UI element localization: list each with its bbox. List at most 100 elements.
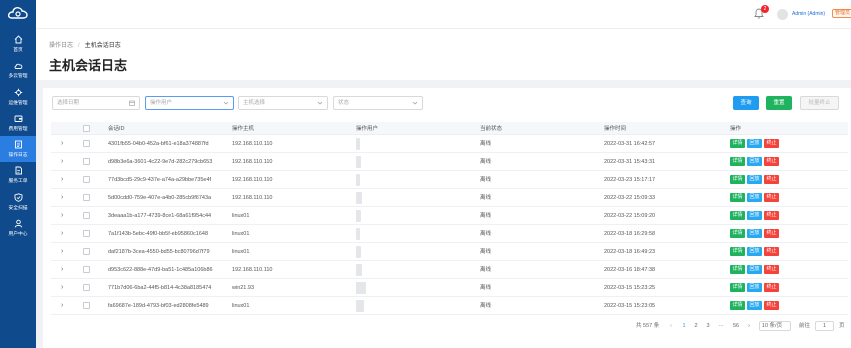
sidebar-item-1[interactable]: 首页 xyxy=(0,31,36,57)
detail-button[interactable]: 详情 xyxy=(730,229,745,238)
row-checkbox[interactable] xyxy=(83,266,90,273)
prev-page-button[interactable]: ‹ xyxy=(668,321,674,331)
select-all-checkbox[interactable] xyxy=(83,125,90,132)
row-checkbox[interactable] xyxy=(83,176,90,183)
stop-button[interactable]: 终止 xyxy=(764,139,779,148)
replay-button[interactable]: 回放 xyxy=(747,175,762,184)
page-3[interactable]: 3 xyxy=(705,321,711,331)
detail-button[interactable]: 详情 xyxy=(730,301,745,310)
sidebar-item-3[interactable]: 运维管理 xyxy=(0,84,36,110)
sidebar-item-2[interactable]: 多云管理 xyxy=(0,57,36,83)
replay-button[interactable]: 回放 xyxy=(747,139,762,148)
batch-stop-button[interactable]: 批量终止 xyxy=(800,96,839,110)
expand-row-icon[interactable]: › xyxy=(61,284,63,291)
stop-button[interactable]: 终止 xyxy=(764,229,779,238)
expand-row-icon[interactable]: › xyxy=(61,212,63,219)
time: 2022-03-22 15:09:20 xyxy=(604,213,656,219)
session-id: 3deaaa1b-a177-4739-8ce1-68a61f954c44 xyxy=(108,213,212,219)
stop-button[interactable]: 终止 xyxy=(764,193,779,202)
next-page-button[interactable]: › xyxy=(746,321,752,331)
replay-button[interactable]: 回放 xyxy=(747,301,762,310)
expand-row-icon[interactable]: › xyxy=(61,194,63,201)
stop-button[interactable]: 终止 xyxy=(764,175,779,184)
replay-button[interactable]: 回放 xyxy=(747,229,762,238)
row-checkbox[interactable] xyxy=(83,230,90,237)
shield-icon xyxy=(14,193,22,202)
expand-row-icon[interactable]: › xyxy=(61,176,63,183)
user-select[interactable]: 操作用户 xyxy=(145,96,234,110)
reset-button[interactable]: 重置 xyxy=(766,96,792,110)
table-row: › fa69687e-189d-4793-bf03-ed2808fe5489 lin… xyxy=(51,297,848,315)
stop-button[interactable]: 终止 xyxy=(764,247,779,256)
expand-row-icon[interactable]: › xyxy=(61,302,63,309)
date-picker[interactable]: 选择日期 xyxy=(52,96,140,110)
replay-button[interactable]: 回放 xyxy=(747,157,762,166)
detail-button[interactable]: 详情 xyxy=(730,265,745,274)
page-2[interactable]: 2 xyxy=(693,321,699,331)
row-checkbox[interactable] xyxy=(83,248,90,255)
detail-button[interactable]: 详情 xyxy=(730,157,745,166)
status: 离线 xyxy=(480,177,492,183)
user-redacted xyxy=(356,282,366,294)
expand-row-icon[interactable]: › xyxy=(61,248,63,255)
row-checkbox[interactable] xyxy=(83,158,90,165)
ops-icon xyxy=(14,88,22,97)
detail-button[interactable]: 详情 xyxy=(730,139,745,148)
stop-button[interactable]: 终止 xyxy=(764,157,779,166)
user-redacted xyxy=(356,210,361,222)
session-id: d953c622-888e-47d9-ba51-1c485a106b86 xyxy=(108,267,213,273)
goto-page-input[interactable]: 1 xyxy=(815,321,834,331)
ticket-icon xyxy=(15,166,22,175)
col-host: 操作主机 xyxy=(232,126,255,132)
page-1[interactable]: 1 xyxy=(681,321,687,331)
sidebar-item-8[interactable]: 用户中心 xyxy=(0,215,36,241)
replay-button[interactable]: 回放 xyxy=(747,283,762,292)
page-header: 操作日志 / 主机会话日志 主机会话日志 xyxy=(36,28,851,80)
row-checkbox[interactable] xyxy=(83,140,90,147)
sidebar-item-5[interactable]: 操作日志 xyxy=(0,136,36,162)
row-checkbox[interactable] xyxy=(83,194,90,201)
host-select[interactable]: 主机选择 xyxy=(238,96,328,110)
stop-button[interactable]: 终止 xyxy=(764,301,779,310)
replay-button[interactable]: 回放 xyxy=(747,211,762,220)
page-last[interactable]: 56 xyxy=(732,321,740,331)
search-button[interactable]: 查询 xyxy=(733,96,759,110)
breadcrumb-parent[interactable]: 操作日志 xyxy=(49,43,73,49)
log-icon xyxy=(14,140,22,149)
row-checkbox[interactable] xyxy=(83,212,90,219)
expand-row-icon[interactable]: › xyxy=(61,266,63,273)
expand-row-icon[interactable]: › xyxy=(61,158,63,165)
detail-button[interactable]: 详情 xyxy=(730,283,745,292)
stop-button[interactable]: 终止 xyxy=(764,265,779,274)
session-id: d98b3e6a-3601-4c22-9e7d-282c279cb653 xyxy=(108,159,213,165)
page-size-select[interactable]: 10 条/页 xyxy=(759,321,791,331)
replay-button[interactable]: 回放 xyxy=(747,265,762,274)
sidebar-item-4[interactable]: 费用管理 xyxy=(0,110,36,136)
role-badge: 管理员 xyxy=(832,9,851,18)
sidebar-item-label: 运维管理 xyxy=(8,100,28,106)
expand-row-icon[interactable]: › xyxy=(61,140,63,147)
time: 2022-03-16 18:47:38 xyxy=(604,267,656,273)
stop-button[interactable]: 终止 xyxy=(764,211,779,220)
username[interactable]: Admin (Admin) xyxy=(792,11,825,17)
page-ellipsis[interactable]: ··· xyxy=(717,321,725,331)
sidebar-item-label: 费用管理 xyxy=(8,126,28,132)
detail-button[interactable]: 详情 xyxy=(730,193,745,202)
detail-button[interactable]: 详情 xyxy=(730,175,745,184)
status-select[interactable]: 状态 xyxy=(333,96,423,110)
status: 离线 xyxy=(480,213,492,219)
sidebar-item-7[interactable]: 安全扫描 xyxy=(0,189,36,215)
row-checkbox[interactable] xyxy=(83,302,90,309)
table-header: 会话ID 操作主机 操作用户 当前状态 操作时间 操作 xyxy=(51,122,848,135)
stop-button[interactable]: 终止 xyxy=(764,283,779,292)
sidebar-item-label: 安全扫描 xyxy=(8,205,28,211)
host: 192.168.110.110 xyxy=(232,195,273,201)
row-checkbox[interactable] xyxy=(83,284,90,291)
replay-button[interactable]: 回放 xyxy=(747,247,762,256)
avatar[interactable] xyxy=(777,9,788,20)
detail-button[interactable]: 详情 xyxy=(730,211,745,220)
replay-button[interactable]: 回放 xyxy=(747,193,762,202)
sidebar-item-6[interactable]: 服务工单 xyxy=(0,162,36,188)
expand-row-icon[interactable]: › xyxy=(61,230,63,237)
detail-button[interactable]: 详情 xyxy=(730,247,745,256)
